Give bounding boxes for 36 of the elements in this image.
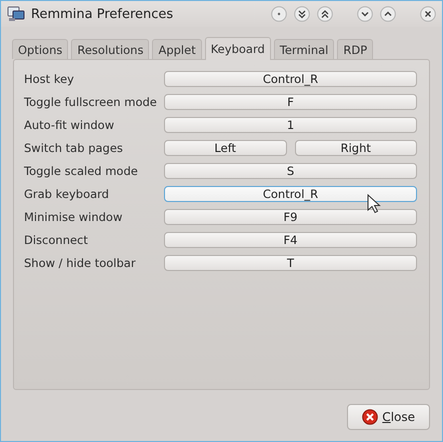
tab[interactable]: Applet	[152, 39, 202, 59]
shade-up-icon[interactable]	[317, 6, 333, 22]
shortcut-label: Auto-fit window	[24, 118, 116, 132]
shortcut-label: Switch tab pages	[24, 140, 124, 154]
close-label: Close	[382, 410, 415, 424]
key-button[interactable]: Left	[164, 140, 286, 156]
close-icon[interactable]	[420, 6, 436, 22]
tab[interactable]: Resolutions	[71, 39, 150, 59]
minimize-icon[interactable]	[357, 6, 373, 22]
tab[interactable]: Terminal	[274, 39, 334, 59]
key-button[interactable]: Control_R	[164, 186, 417, 202]
shortcut-label: Grab keyboard	[24, 186, 110, 200]
tab[interactable]: Keyboard	[204, 37, 271, 60]
key-button[interactable]: 1	[164, 116, 417, 132]
key-button[interactable]: T	[164, 254, 417, 270]
shortcut-label: Toggle scaled mode	[24, 164, 139, 178]
key-button[interactable]: S	[164, 162, 417, 178]
shortcut-label: Disconnect	[24, 232, 89, 246]
key-button[interactable]: F4	[164, 232, 417, 248]
close-button[interactable]: Close	[347, 404, 430, 430]
close-icon	[362, 409, 378, 425]
tab[interactable]: RDP	[337, 39, 374, 59]
key-button[interactable]: F9	[164, 208, 417, 224]
shortcut-label: Minimise window	[24, 210, 124, 224]
key-button[interactable]: Control_R	[164, 70, 417, 86]
computer-icon	[7, 6, 25, 22]
shortcut-label: Toggle fullscreen mode	[24, 94, 158, 108]
shade-down-icon[interactable]	[294, 6, 310, 22]
shortcut-label: Show / hide toolbar	[24, 256, 137, 270]
maximize-icon[interactable]	[380, 6, 396, 22]
shortcut-label: Host key	[24, 72, 75, 86]
mouse-pointer-icon	[367, 194, 381, 214]
tab[interactable]: Options	[12, 39, 68, 59]
key-button[interactable]: Right	[294, 140, 417, 156]
key-button[interactable]: F	[164, 94, 417, 110]
window-title: Remmina Preferences	[31, 6, 174, 22]
